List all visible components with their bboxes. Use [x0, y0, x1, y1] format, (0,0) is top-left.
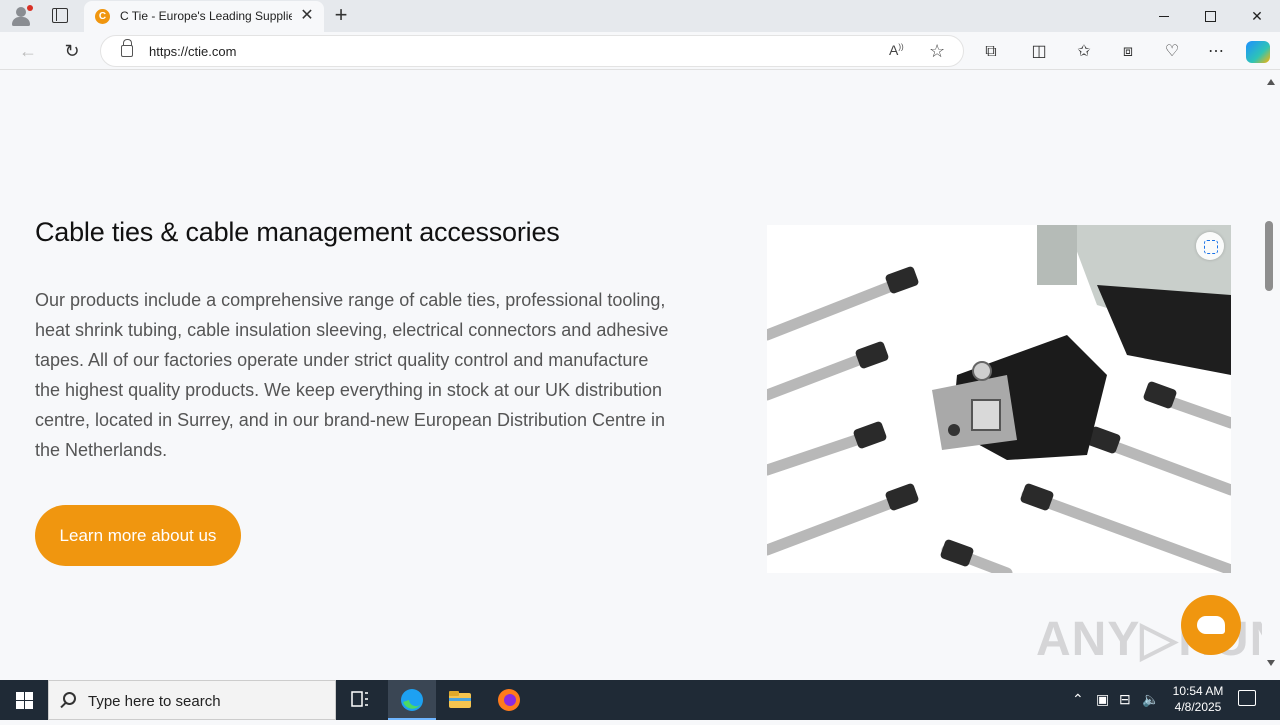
split-screen-icon[interactable]: ◫ [1028, 41, 1050, 63]
address-bar[interactable]: https://ctie.com A)) ☆ [100, 35, 964, 67]
browser-essentials-icon[interactable]: ♡ [1161, 41, 1183, 63]
extensions-icon[interactable]: ⧉ [980, 41, 1002, 63]
page-scrollbar[interactable] [1262, 71, 1280, 680]
file-explorer-icon[interactable] [436, 680, 484, 720]
chat-widget-button[interactable] [1181, 595, 1241, 655]
scroll-thumb[interactable] [1265, 221, 1273, 291]
task-view-icon[interactable] [336, 680, 384, 720]
tab-actions-icon[interactable] [52, 8, 68, 23]
tab-close-icon[interactable]: ✕ [298, 7, 316, 25]
show-hidden-icons-chevron-icon[interactable]: ⌃ [1072, 691, 1084, 708]
reload-icon[interactable]: ↻ [60, 39, 84, 63]
edge-browser-icon[interactable] [388, 680, 436, 720]
clock-date: 4/8/2025 [1174, 700, 1222, 714]
cable-tie-tool-image [767, 225, 1231, 573]
scroll-down-arrow-icon[interactable] [1267, 660, 1275, 666]
firefox-icon[interactable] [485, 680, 533, 720]
favorites-icon[interactable]: ✩ [1073, 41, 1095, 63]
learn-more-button[interactable]: Learn more about us [35, 505, 241, 566]
system-clock[interactable]: 10:54 AM 4/8/2025 [1160, 683, 1236, 715]
more-options-icon[interactable]: ⋯ [1205, 41, 1227, 63]
url-text[interactable]: https://ctie.com [149, 44, 236, 59]
active-tab[interactable]: C C Tie - Europe's Leading Supplier ✕ [84, 1, 324, 32]
clock-time: 10:54 AM [1172, 684, 1224, 698]
new-tab-button[interactable]: + [330, 4, 352, 26]
windows-taskbar: Type here to search ⌃ ▣ ⊟ 🔈 10:54 AM 4/8… [0, 680, 1280, 720]
page-heading: Cable ties & cable management accessorie… [35, 217, 560, 247]
collections-icon[interactable]: ⧈ [1117, 41, 1139, 63]
volume-icon[interactable]: 🔈 [1142, 691, 1159, 708]
network-icon[interactable]: ⊟ [1119, 691, 1131, 708]
lock-icon[interactable] [121, 39, 133, 57]
page-viewport: Cable ties & cable management accessorie… [0, 71, 1262, 680]
taskbar-search-box[interactable]: Type here to search [48, 680, 336, 720]
browser-toolbar: ← ↻ https://ctie.com A)) ☆ ⧉ ◫ ✩ ⧈ ♡ ⋯ [0, 32, 1280, 70]
profile-avatar-icon[interactable] [8, 4, 34, 28]
copilot-icon[interactable] [1246, 41, 1270, 63]
maximize-button[interactable] [1187, 4, 1233, 28]
minimize-button[interactable] [1141, 4, 1187, 28]
search-icon [63, 692, 76, 705]
intro-paragraph: Our products include a comprehensive ran… [35, 290, 669, 460]
notification-center-icon[interactable] [1238, 690, 1256, 706]
visual-search-icon[interactable] [1196, 232, 1224, 260]
read-aloud-icon[interactable]: A)) [889, 42, 904, 58]
scroll-up-arrow-icon[interactable] [1267, 79, 1275, 85]
close-window-button[interactable]: ✕ [1234, 4, 1280, 28]
site-favicon-icon: C [95, 9, 110, 24]
search-placeholder: Type here to search [88, 693, 221, 710]
back-arrow-icon[interactable]: ← [16, 39, 40, 63]
windows-start-icon[interactable] [0, 680, 48, 720]
tab-bar: C C Tie - Europe's Leading Supplier ✕ + … [0, 0, 1280, 32]
add-favorite-star-icon[interactable]: ☆ [929, 41, 945, 62]
meet-now-icon[interactable]: ▣ [1096, 691, 1109, 708]
tab-title: C Tie - Europe's Leading Supplier [120, 9, 292, 23]
